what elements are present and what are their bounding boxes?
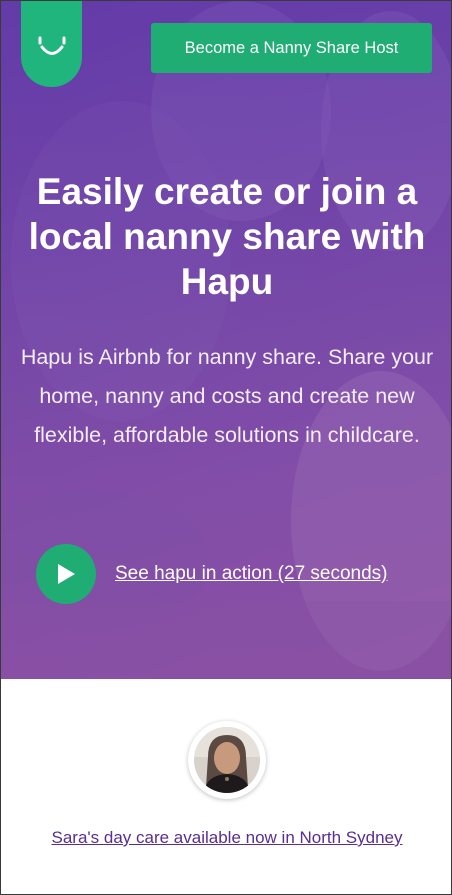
availability-link[interactable]: Sara's day care available now in North S… [41,825,413,851]
logo[interactable] [21,1,82,87]
page: Become a Nanny Share Host Easily create … [0,0,452,895]
host-avatar-photo [194,727,260,793]
hero-section: Become a Nanny Share Host Easily create … [1,1,451,679]
become-host-button[interactable]: Become a Nanny Share Host [151,23,432,73]
video-link[interactable]: See hapu in action (27 seconds) [115,563,388,585]
play-icon [58,564,75,584]
host-avatar[interactable] [188,721,266,799]
play-video-button[interactable] [36,544,96,604]
smile-logo-icon [38,36,65,55]
hero-headline: Easily create or join a local nanny shar… [28,171,426,302]
hero-subtext: Hapu is Airbnb for nanny share. Share yo… [20,345,434,447]
